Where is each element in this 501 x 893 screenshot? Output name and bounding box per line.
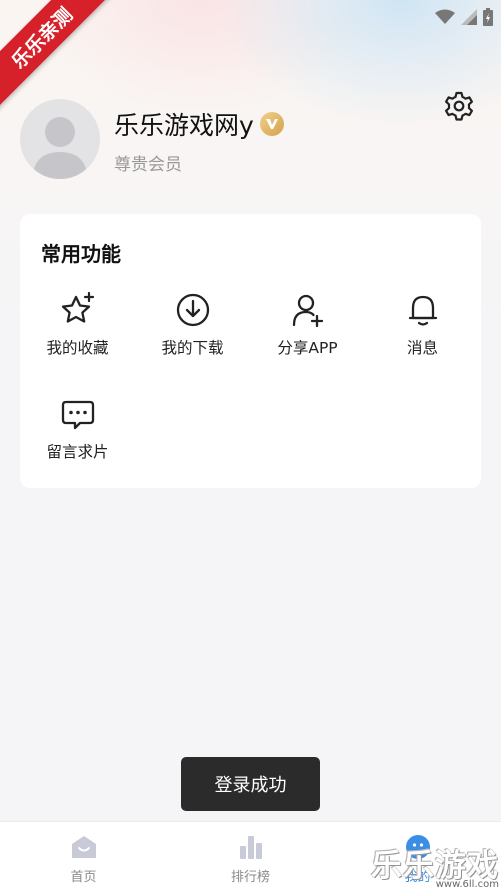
bottom-tab-bar: 首页 排行榜 我的: [0, 821, 501, 893]
tab-profile-label: 我的: [404, 870, 431, 885]
favorites-label: 我的收藏: [46, 339, 109, 357]
share-app-label: 分享APP: [277, 339, 338, 357]
default-avatar-icon: [32, 117, 88, 179]
messages-button[interactable]: 消息: [365, 290, 480, 358]
username: 乐乐游戏网y: [114, 106, 284, 142]
bell-icon: [408, 295, 437, 326]
gear-icon: [445, 91, 473, 121]
member-level: 尊贵会员: [114, 155, 182, 175]
tab-ranking[interactable]: 排行榜: [167, 822, 334, 893]
wifi-icon: [435, 9, 455, 24]
username-text: 乐乐游戏网y: [114, 111, 254, 140]
tab-home[interactable]: 首页: [0, 822, 167, 893]
status-bar: [435, 6, 493, 28]
common-functions-card: 常用功能 我的收藏 我的下载 分享APP 消息 留言求片: [20, 214, 481, 488]
home-icon: [71, 836, 96, 858]
avatar[interactable]: [20, 99, 100, 179]
downloads-button[interactable]: 我的下载: [135, 290, 250, 358]
request-movie-label: 留言求片: [46, 443, 109, 461]
download-icon: [176, 293, 209, 327]
add-user-icon: [292, 294, 323, 328]
share-app-button[interactable]: 分享APP: [250, 290, 365, 358]
bar-chart-icon: [239, 836, 262, 859]
settings-button[interactable]: [441, 88, 477, 124]
profile-icon: [405, 835, 430, 859]
star-icon: [61, 291, 94, 323]
downloads-label: 我的下载: [161, 339, 224, 357]
tab-profile[interactable]: 我的: [334, 822, 501, 893]
vip-v-icon: [265, 119, 278, 129]
favorites-button[interactable]: 我的收藏: [20, 290, 135, 358]
battery-icon: [483, 8, 493, 26]
messages-label: 消息: [406, 339, 438, 357]
tab-home-label: 首页: [70, 870, 97, 885]
section-title: 常用功能: [41, 242, 121, 266]
signal-icon: [461, 9, 477, 25]
toast-message: 登录成功: [181, 757, 320, 811]
tab-ranking-label: 排行榜: [230, 870, 270, 885]
vip-badge: [259, 112, 284, 136]
message-icon: [61, 400, 94, 430]
request-movie-button[interactable]: 留言求片: [20, 394, 135, 462]
